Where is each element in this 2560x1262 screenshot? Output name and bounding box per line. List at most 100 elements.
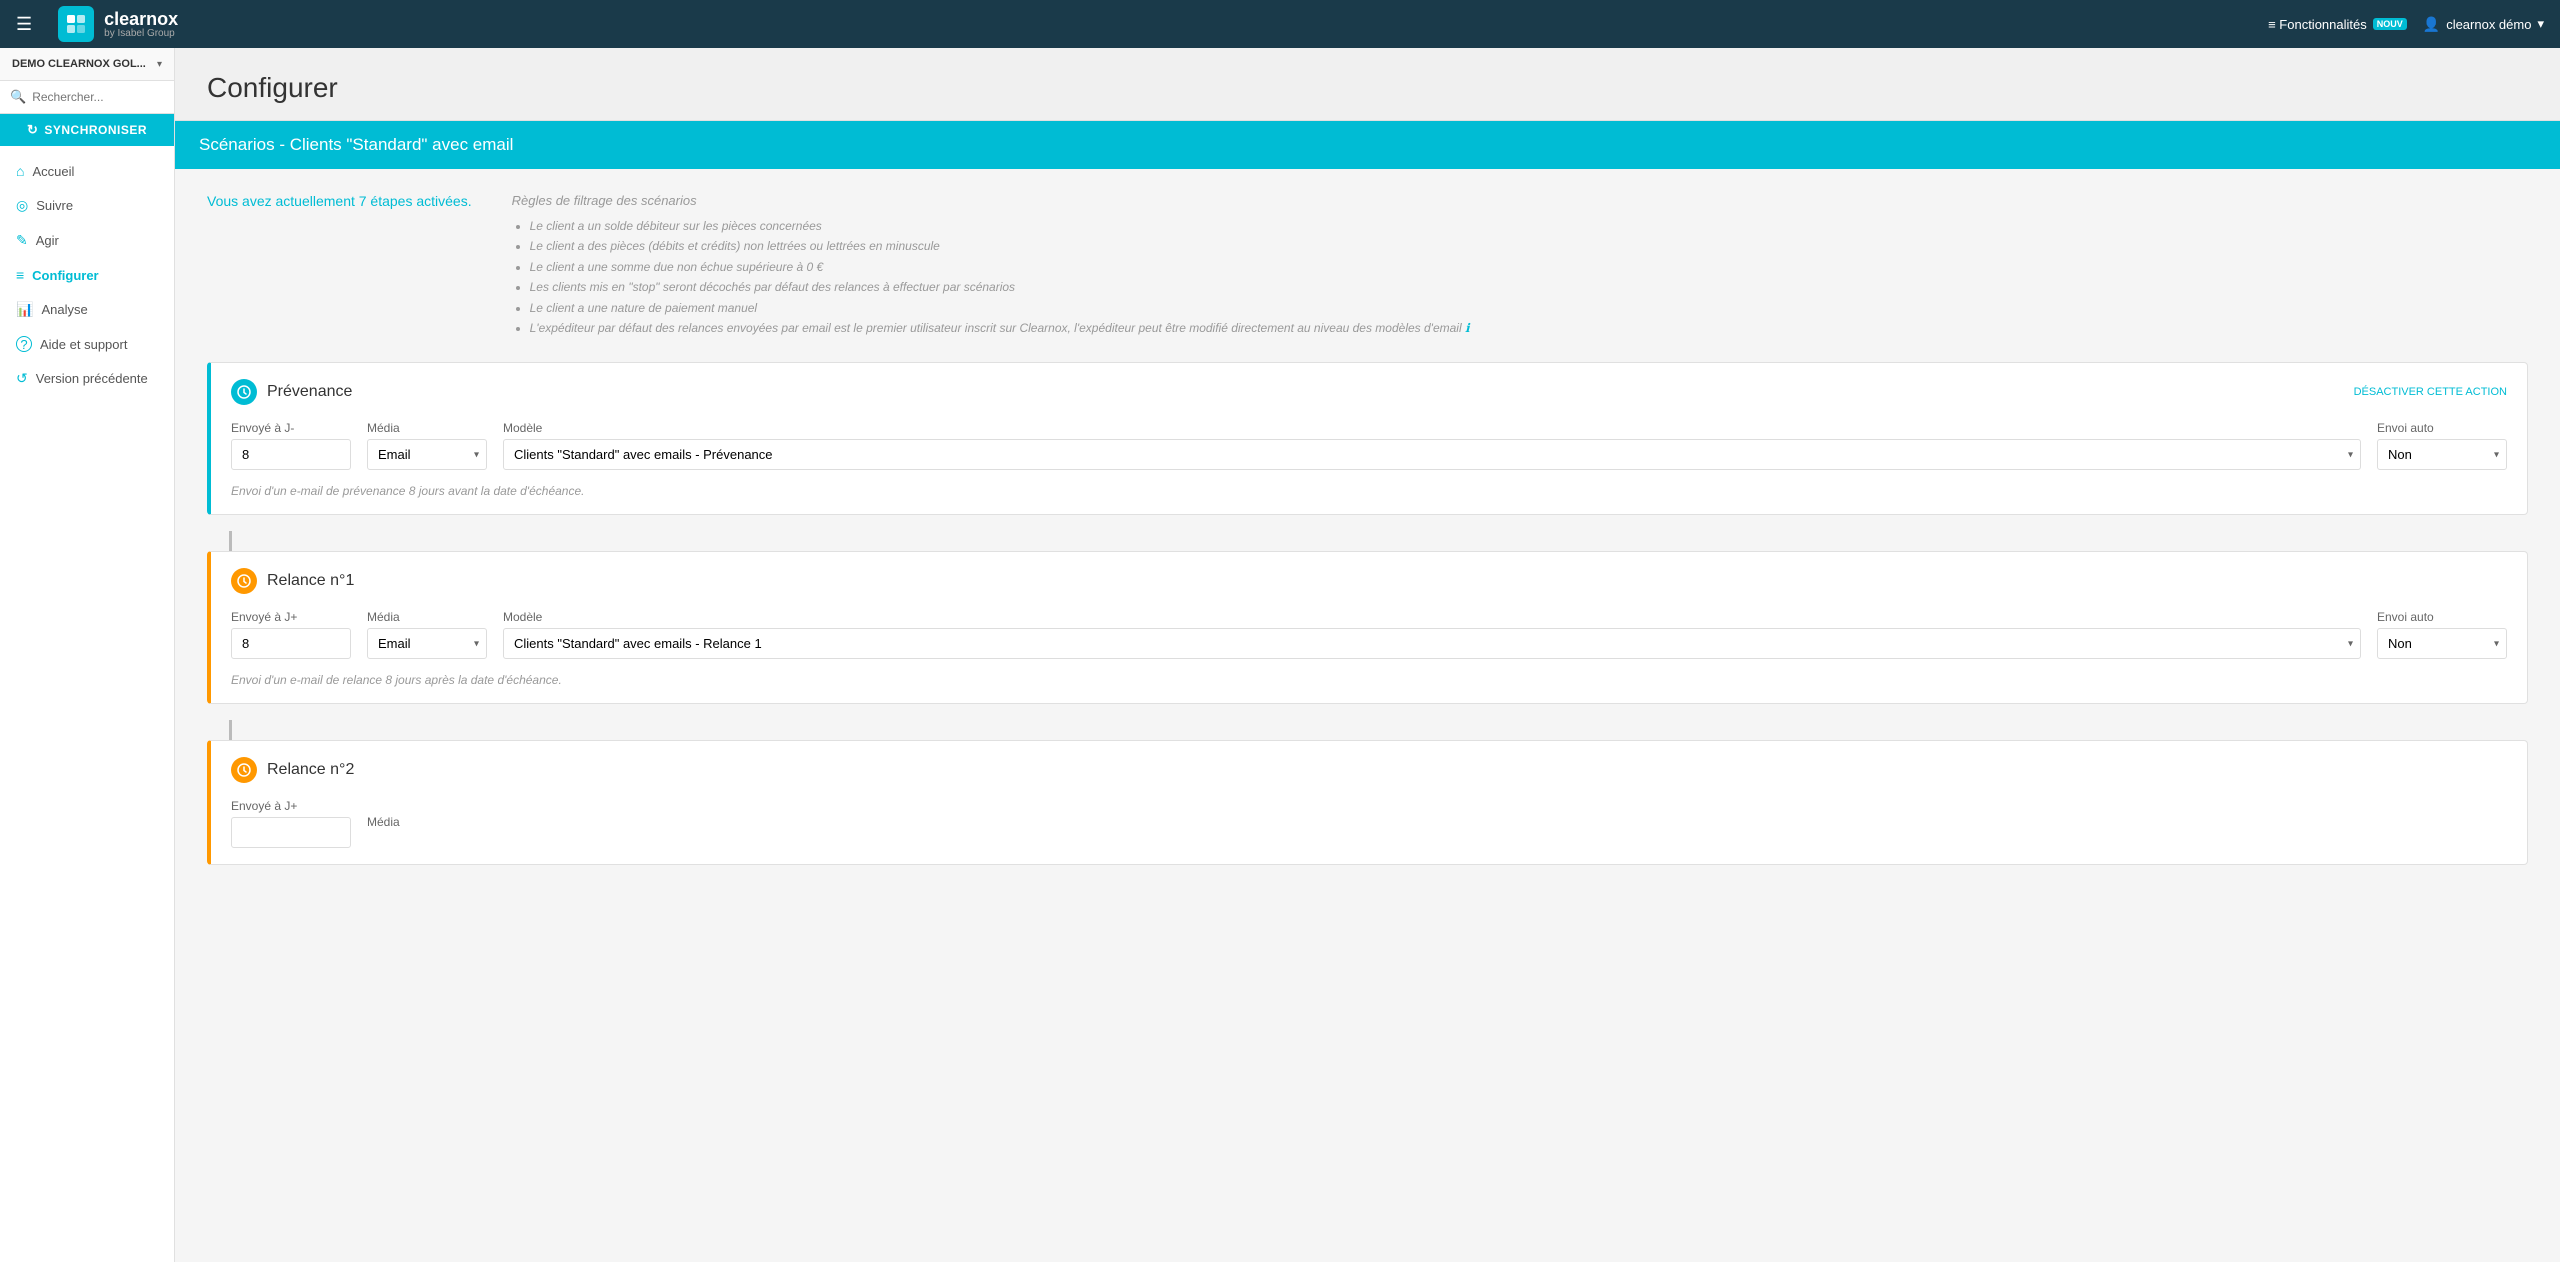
relance1-envoi-label: Envoi auto — [2377, 610, 2507, 624]
relance1-envoye-group: Envoyé à J+ — [231, 610, 351, 659]
section-header: Scénarios - Clients "Standard" avec emai… — [175, 121, 2560, 169]
relance1-envoi-group: Envoi auto Non Oui ▾ — [2377, 610, 2507, 659]
prevenance-envoi-select[interactable]: Non Oui — [2377, 439, 2507, 470]
relance2-media-group: Média — [367, 815, 400, 833]
page-header: Configurer — [175, 48, 2560, 121]
top-navigation: ☰ clearnox by Isabel Group ≡ Fonctionnal… — [0, 0, 2560, 48]
prevenance-card-body: Envoyé à J- Média Email Courrier SMS — [211, 421, 2527, 514]
prevenance-envoye-label: Envoyé à J- — [231, 421, 351, 435]
logo-subtitle: by Isabel Group — [104, 28, 178, 39]
company-name: DEMO CLEARNOX GOL... — [12, 58, 146, 70]
logo-text: clearnox by Isabel Group — [104, 10, 178, 39]
section-title: Scénarios - Clients "Standard" avec emai… — [199, 135, 513, 154]
home-icon: ⌂ — [16, 163, 24, 179]
suivre-icon: ◎ — [16, 197, 28, 214]
prevenance-modele-label: Modèle — [503, 421, 2361, 435]
relance1-media-group: Média Email Courrier SMS ▾ — [367, 610, 487, 659]
connecting-line-2 — [229, 720, 232, 740]
top-nav-right: ≡ Fonctionnalités NOUV 👤 clearnox démo ▾ — [2268, 16, 2544, 33]
prevenance-envoi-select-wrapper: Non Oui ▾ — [2377, 439, 2507, 470]
prevenance-media-group: Média Email Courrier SMS ▾ — [367, 421, 487, 470]
hamburger-button[interactable]: ☰ — [16, 14, 32, 35]
relance1-description: Envoi d'un e-mail de relance 8 jours apr… — [231, 673, 2507, 687]
user-chevron-icon: ▾ — [2537, 16, 2544, 32]
sidebar-item-agir-label: Agir — [36, 233, 59, 248]
steps-active-text: Vous avez actuellement 7 étapes activées… — [207, 193, 472, 209]
prevenance-modele-group: Modèle Clients "Standard" avec emails - … — [503, 421, 2361, 470]
user-icon: 👤 — [2423, 16, 2440, 33]
search-icon: 🔍 — [10, 89, 26, 105]
relance1-title-row: Relance n°1 — [231, 568, 354, 594]
logo-icon — [58, 6, 94, 42]
sync-button[interactable]: ↻ SYNCHRONISER — [0, 114, 174, 146]
relance1-icon — [231, 568, 257, 594]
relance2-card-body: Envoyé à J+ Média — [211, 799, 2527, 864]
relance2-envoye-input[interactable] — [231, 817, 351, 848]
connecting-line-1 — [229, 531, 232, 551]
configurer-icon: ≡ — [16, 267, 24, 283]
sidebar: DEMO CLEARNOX GOL... ▾ 🔍 ↻ SYNCHRONISER … — [0, 48, 175, 1262]
sidebar-item-version[interactable]: ↺ Version précédente — [0, 361, 174, 396]
prevenance-modele-select[interactable]: Clients "Standard" avec emails - Prévena… — [503, 439, 2361, 470]
prevenance-media-select[interactable]: Email Courrier SMS — [367, 439, 487, 470]
prevenance-envoye-group: Envoyé à J- — [231, 421, 351, 470]
filter-rules: Règles de filtrage des scénarios Le clie… — [512, 193, 2528, 338]
sidebar-item-suivre[interactable]: ◎ Suivre — [0, 188, 174, 223]
main-layout: DEMO CLEARNOX GOL... ▾ 🔍 ↻ SYNCHRONISER … — [0, 48, 2560, 1262]
relance2-title: Relance n°2 — [267, 761, 354, 779]
prevenance-card-header: Prévenance DÉSACTIVER CETTE ACTION — [211, 363, 2527, 421]
prevenance-envoi-label: Envoi auto — [2377, 421, 2507, 435]
relance1-card-body: Envoyé à J+ Média Email Courrier SMS — [211, 610, 2527, 703]
sidebar-item-version-label: Version précédente — [36, 371, 148, 386]
agir-icon: ✎ — [16, 232, 28, 249]
prevenance-modele-select-wrapper: Clients "Standard" avec emails - Prévena… — [503, 439, 2361, 470]
relance1-modele-select-wrapper: Clients "Standard" avec emails - Relance… — [503, 628, 2361, 659]
fonctionnalites-button[interactable]: ≡ Fonctionnalités NOUV — [2268, 17, 2407, 32]
sidebar-item-aide-label: Aide et support — [40, 337, 127, 352]
sidebar-item-accueil[interactable]: ⌂ Accueil — [0, 154, 174, 188]
relance2-form-row: Envoyé à J+ Média — [231, 799, 2507, 848]
user-menu[interactable]: 👤 clearnox démo ▾ — [2423, 16, 2544, 33]
sidebar-nav: ⌂ Accueil ◎ Suivre ✎ Agir ≡ Configurer 📊… — [0, 146, 174, 404]
prevenance-envoye-input[interactable] — [231, 439, 351, 470]
sidebar-item-accueil-label: Accueil — [32, 164, 74, 179]
relance1-media-select[interactable]: Email Courrier SMS — [367, 628, 487, 659]
company-selector[interactable]: DEMO CLEARNOX GOL... ▾ — [0, 48, 174, 81]
filter-rule-6: L'expéditeur par défaut des relances env… — [530, 318, 2528, 338]
prevenance-media-label: Média — [367, 421, 487, 435]
filter-rule-2: Le client a des pièces (débits et crédit… — [530, 236, 2528, 256]
search-input[interactable] — [32, 90, 164, 104]
sidebar-item-analyse[interactable]: 📊 Analyse — [0, 292, 174, 327]
main-content: Configurer Scénarios - Clients "Standard… — [175, 48, 2560, 1262]
relance1-card-header: Relance n°1 DÉSACTIVER — [211, 552, 2527, 610]
relance2-envoye-label: Envoyé à J+ — [231, 799, 351, 813]
sidebar-item-agir[interactable]: ✎ Agir — [0, 223, 174, 258]
deactivate-prevenance-button[interactable]: DÉSACTIVER CETTE ACTION — [2354, 386, 2507, 398]
relance1-envoye-input[interactable] — [231, 628, 351, 659]
sidebar-item-aide[interactable]: ? Aide et support — [0, 327, 174, 361]
version-icon: ↺ — [16, 370, 28, 387]
sync-icon: ↻ — [27, 122, 38, 138]
relance1-media-label: Média — [367, 610, 487, 624]
relance2-card: Relance n°2 Envoyé à J+ Média — [207, 740, 2528, 865]
relance2-card-header: Relance n°2 — [211, 741, 2527, 799]
relance1-modele-group: Modèle Clients "Standard" avec emails - … — [503, 610, 2361, 659]
relance2-title-row: Relance n°2 — [231, 757, 354, 783]
relance2-icon — [231, 757, 257, 783]
prevenance-form-row: Envoyé à J- Média Email Courrier SMS — [231, 421, 2507, 470]
filter-rule-5: Le client a une nature de paiement manue… — [530, 298, 2528, 318]
relance1-envoi-select[interactable]: Non Oui — [2377, 628, 2507, 659]
relance1-modele-select[interactable]: Clients "Standard" avec emails - Relance… — [503, 628, 2361, 659]
filter-rule-3: Le client a une somme due non échue supé… — [530, 257, 2528, 277]
prevenance-media-select-wrapper: Email Courrier SMS ▾ — [367, 439, 487, 470]
relance1-envoye-label: Envoyé à J+ — [231, 610, 351, 624]
info-icon[interactable]: ℹ — [1465, 321, 1470, 335]
page-title: Configurer — [207, 72, 2528, 104]
relance1-title: Relance n°1 — [267, 572, 354, 590]
sidebar-item-configurer[interactable]: ≡ Configurer — [0, 258, 174, 292]
content-body: Vous avez actuellement 7 étapes activées… — [175, 169, 2560, 905]
sync-label: SYNCHRONISER — [44, 123, 147, 137]
relance2-media-label: Média — [367, 815, 400, 829]
prevenance-title: Prévenance — [267, 383, 352, 401]
new-badge: NOUV — [2373, 18, 2407, 30]
